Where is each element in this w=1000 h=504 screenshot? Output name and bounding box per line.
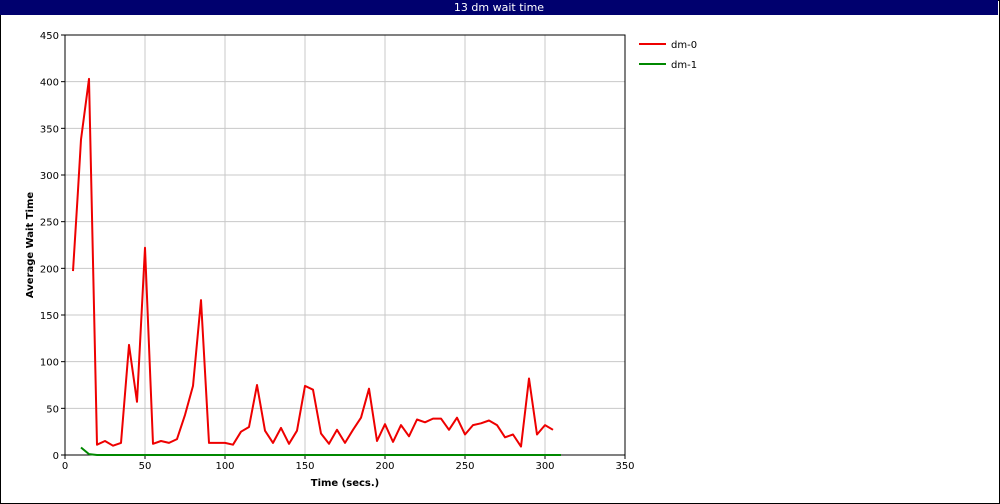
- y-tick-label: 100: [40, 358, 59, 369]
- chart-area: 0 50 100 150 200 250 300 350 0 50 100 150 200 250 300 3…: [25, 31, 697, 489]
- x-tick-label: 350: [615, 461, 634, 472]
- y-tick-label: 450: [40, 31, 59, 42]
- y-axis-label: Average Wait Time: [25, 192, 36, 299]
- y-tick-label: 400: [40, 78, 59, 89]
- y-tick-label: 50: [46, 404, 59, 415]
- y-tick-label: 300: [40, 171, 59, 182]
- y-tick-label: 0: [53, 451, 59, 462]
- y-tick-label: 150: [40, 311, 59, 322]
- y-tick-label: 200: [40, 264, 59, 275]
- x-tick-label: 50: [139, 461, 152, 472]
- x-tick-label: 150: [295, 461, 314, 472]
- legend-label-dm-0: dm-0: [671, 40, 697, 51]
- plot-frame: [64, 34, 626, 456]
- series-lines: [72, 77, 561, 456]
- x-axis-label: Time (secs.): [311, 478, 380, 489]
- x-tick-label: 0: [62, 461, 68, 472]
- grid-lines: [64, 34, 626, 456]
- y-tick-label: 350: [40, 124, 59, 135]
- x-tick-label: 300: [535, 461, 554, 472]
- legend-label-dm-1: dm-1: [671, 60, 697, 71]
- series-line-dm-1: [80, 446, 561, 456]
- legend: dm-0 dm-1: [639, 40, 697, 71]
- y-tick-label: 250: [40, 218, 59, 229]
- x-tick-label: 250: [455, 461, 474, 472]
- x-tick-label: 100: [215, 461, 234, 472]
- x-tick-label: 200: [375, 461, 394, 472]
